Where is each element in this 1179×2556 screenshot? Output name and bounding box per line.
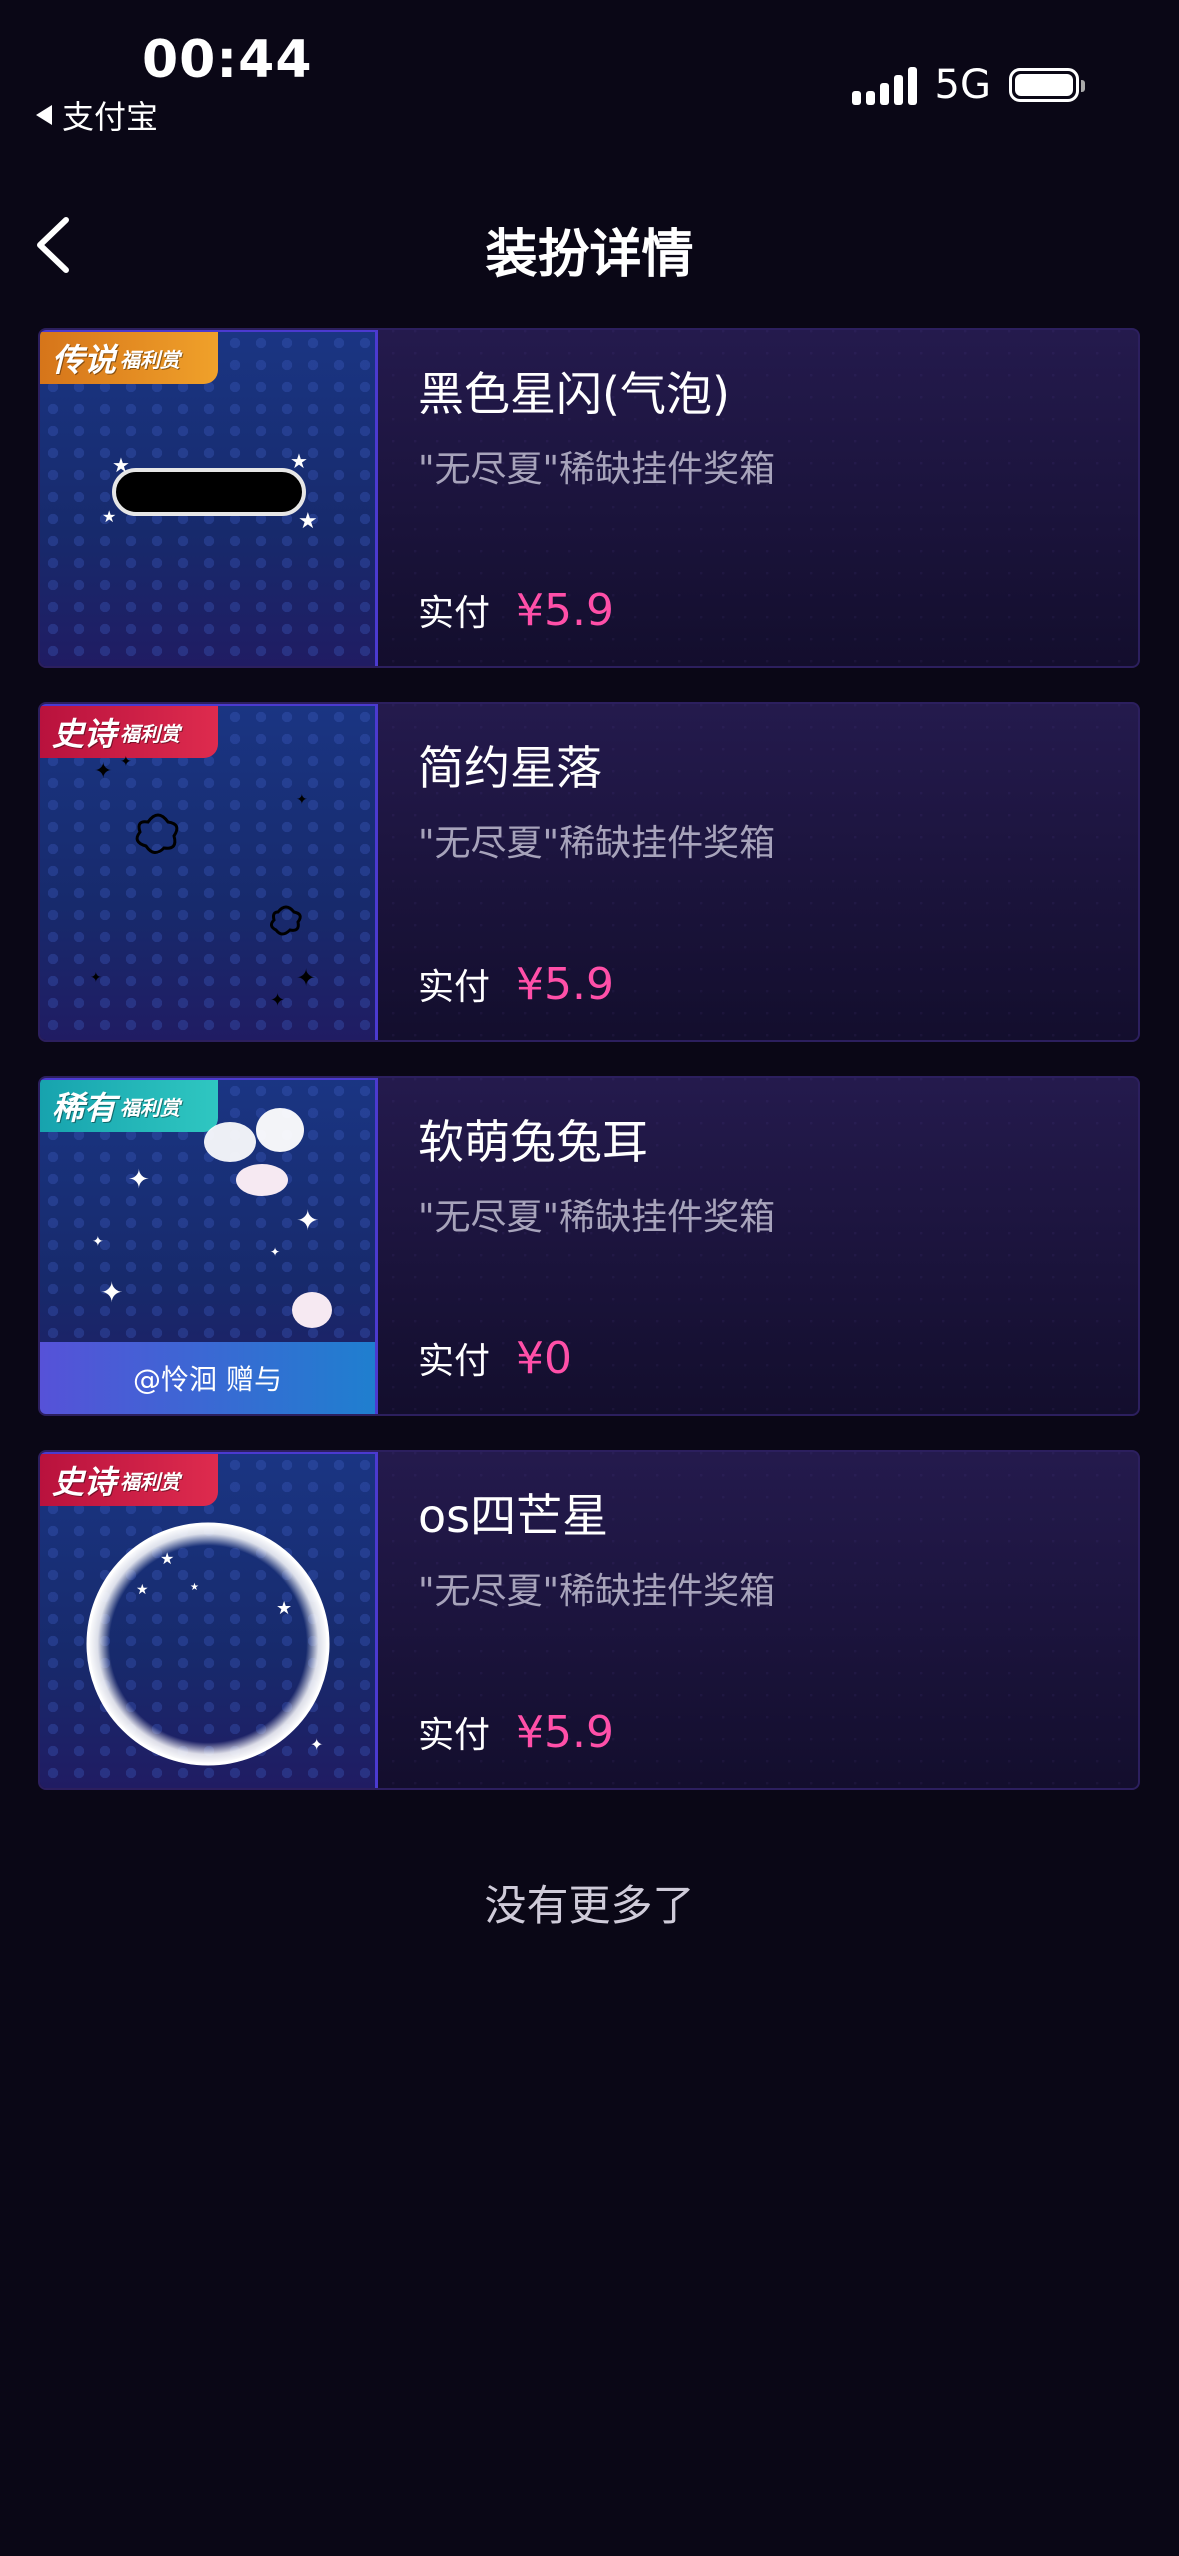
back-to-app-link[interactable]: 支付宝 xyxy=(36,92,158,138)
item-source: "无尽夏"稀缺挂件奖箱 xyxy=(418,449,776,490)
end-of-list-text: 没有更多了 xyxy=(484,1881,695,1930)
item-name: 软萌兔兔耳 xyxy=(418,1115,648,1169)
item-source: "无尽夏"稀缺挂件奖箱 xyxy=(418,823,776,864)
svg-text:✦: ✦ xyxy=(90,970,102,986)
svg-text:★: ★ xyxy=(290,449,308,473)
svg-text:★: ★ xyxy=(136,1582,149,1598)
battery-icon xyxy=(1009,68,1085,102)
back-app-label: 支付宝 xyxy=(62,98,159,136)
item-name: 简约星落 xyxy=(418,741,602,795)
item-thumbnail: 稀有 福利赏 ✦ ✦ ✦ ✦ ✦ @怜洄 赠与 xyxy=(40,1078,378,1414)
page-title: 装扮详情 xyxy=(485,225,694,285)
list-item[interactable]: 史诗 福利赏 ✦ ✦ ✦ ✦ ✦ ✦ 简约星落 "无尽夏"稀缺挂件奖箱 实付 ¥5… xyxy=(38,702,1140,1042)
svg-text:✦: ✦ xyxy=(120,754,132,770)
price-label: 实付 xyxy=(418,1715,491,1756)
item-thumbnail: 传说 福利赏 ★ ★ ★ ★ xyxy=(40,330,378,666)
svg-text:★: ★ xyxy=(276,1598,292,1619)
svg-text:★: ★ xyxy=(160,1549,174,1568)
item-name: 黑色星闪(气泡) xyxy=(418,367,730,421)
status-time: 00:44 xyxy=(142,30,313,90)
svg-text:✦: ✦ xyxy=(296,1204,319,1237)
item-thumbnail: 史诗 福利赏 ★ ★ ★ ✦ ★ xyxy=(40,1452,378,1788)
svg-text:✦: ✦ xyxy=(92,1234,104,1250)
list-item[interactable]: 稀有 福利赏 ✦ ✦ ✦ ✦ ✦ @怜洄 赠与 软萌兔兔耳 "无尽夏"稀缺挂件奖箱… xyxy=(38,1076,1140,1416)
item-name: os四芒星 xyxy=(418,1489,609,1543)
svg-text:★: ★ xyxy=(102,507,116,526)
item-source: "无尽夏"稀缺挂件奖箱 xyxy=(418,1571,776,1612)
outfit-list: 传说 福利赏 ★ ★ ★ ★ 黑色星闪(气泡) "无尽夏"稀缺挂件奖箱 实付 ¥5… xyxy=(38,328,1140,1824)
circle-frame-preview-icon: ★ ★ ★ ✦ ★ xyxy=(86,1522,330,1766)
network-type: 5G xyxy=(934,62,991,108)
list-item[interactable]: 史诗 福利赏 ★ ★ ★ ✦ ★ os四芒星 "无尽夏"稀缺挂件奖箱 实付 ¥5… xyxy=(38,1450,1140,1790)
bubble-preview-icon: ★ ★ ★ ★ xyxy=(102,449,318,534)
svg-text:✦: ✦ xyxy=(128,1165,150,1195)
price-value: ¥5.9 xyxy=(516,959,614,1010)
price-value: ¥0 xyxy=(516,1333,573,1384)
svg-text:★: ★ xyxy=(112,453,130,477)
svg-text:✦: ✦ xyxy=(296,964,316,992)
item-source: "无尽夏"稀缺挂件奖箱 xyxy=(418,1197,776,1238)
item-thumbnail: 史诗 福利赏 ✦ ✦ ✦ ✦ ✦ ✦ xyxy=(40,704,378,1040)
svg-text:✦: ✦ xyxy=(100,1276,123,1309)
gift-note: @怜洄 赠与 xyxy=(40,1342,375,1414)
svg-text:★: ★ xyxy=(190,1582,199,1593)
back-triangle-icon xyxy=(36,105,52,125)
signal-icon xyxy=(851,65,917,105)
price-value: ¥5.9 xyxy=(516,1707,614,1758)
svg-text:✦: ✦ xyxy=(94,759,112,784)
price-value: ¥5.9 xyxy=(516,585,614,636)
price-label: 实付 xyxy=(418,1341,491,1382)
star-fall-preview-icon: ✦ ✦ ✦ ✦ ✦ ✦ xyxy=(90,754,316,1011)
price-label: 实付 xyxy=(418,593,491,634)
svg-text:✦: ✦ xyxy=(296,792,308,808)
svg-text:★: ★ xyxy=(298,509,318,534)
status-indicators: 5G xyxy=(851,62,1085,108)
price-label: 实付 xyxy=(418,967,491,1008)
svg-text:✦: ✦ xyxy=(310,1735,323,1754)
list-item[interactable]: 传说 福利赏 ★ ★ ★ ★ 黑色星闪(气泡) "无尽夏"稀缺挂件奖箱 实付 ¥5… xyxy=(38,328,1140,668)
svg-text:✦: ✦ xyxy=(270,1245,280,1259)
svg-text:✦: ✦ xyxy=(270,990,285,1011)
